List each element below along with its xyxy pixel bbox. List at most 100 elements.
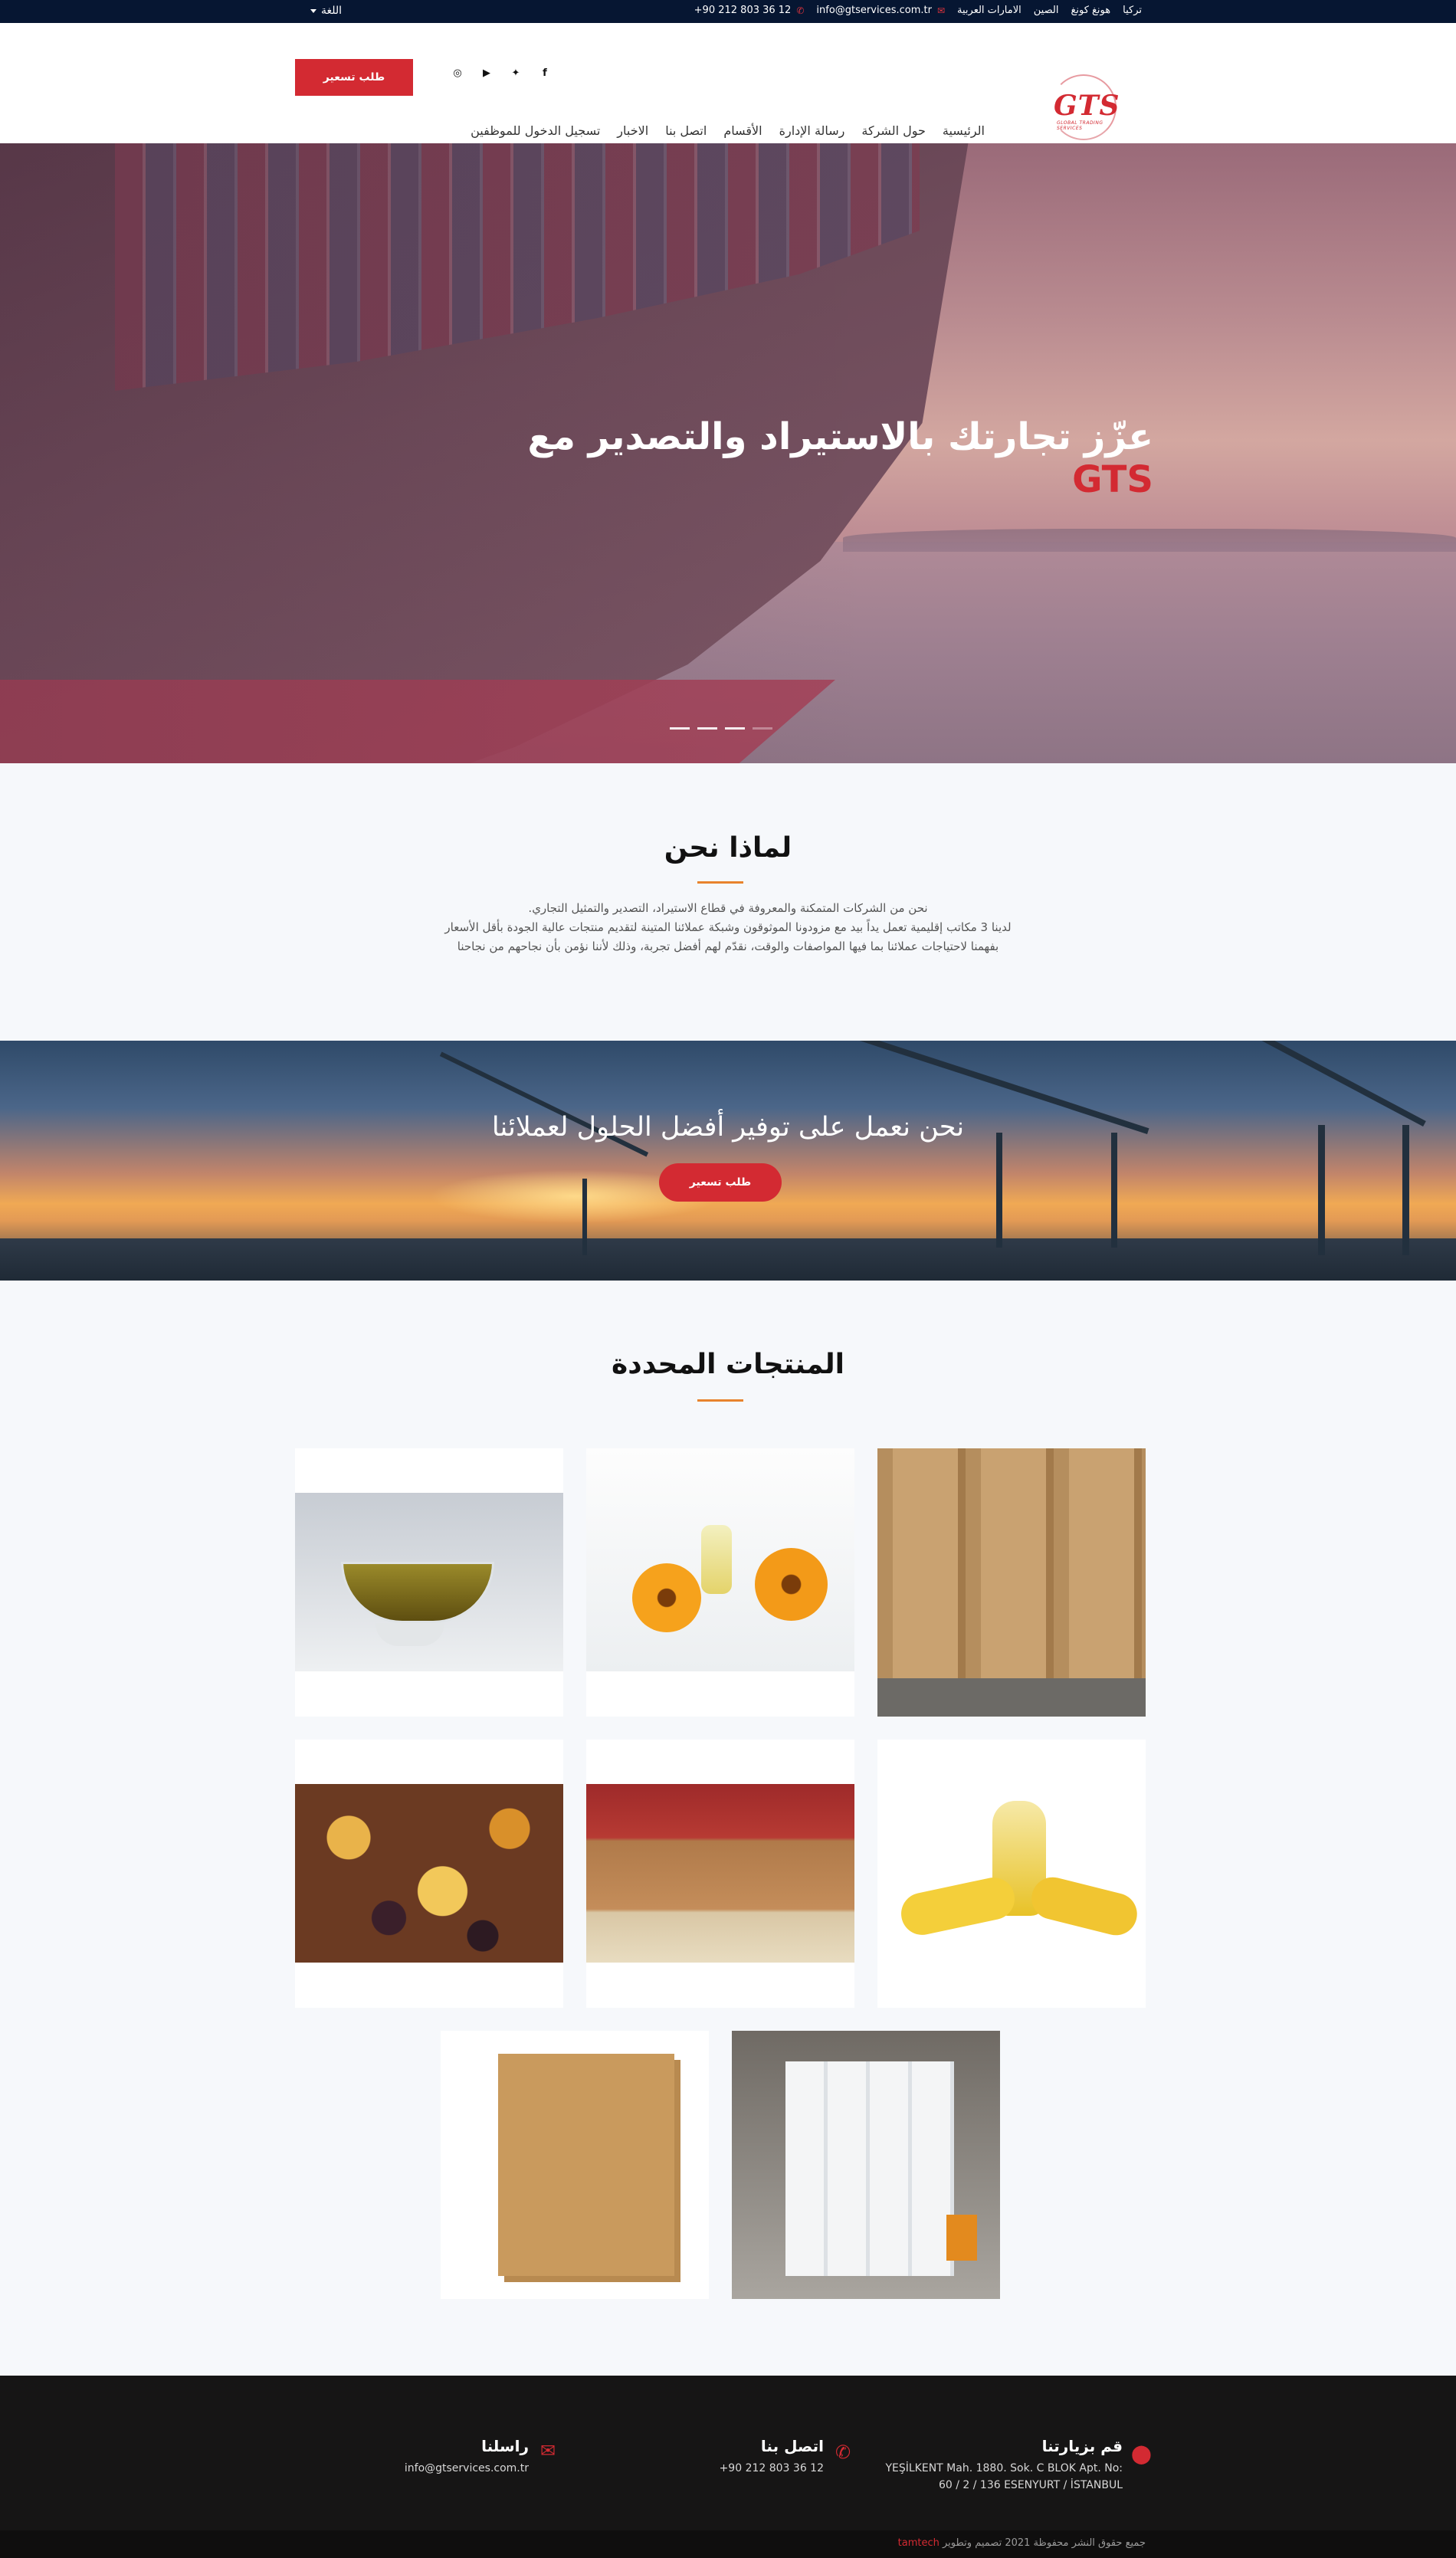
envelope-icon: ✉ bbox=[540, 2440, 556, 2461]
banner-title: نحن نعمل على توفير أفضل الحلول لعملائنا bbox=[491, 1112, 965, 1143]
solutions-banner: نحن نعمل على توفير أفضل الحلول لعملائنا … bbox=[0, 1041, 1456, 1281]
why-us-text: نحن من الشركات المتمكنة والمعروفة في قطا… bbox=[349, 899, 1107, 956]
main-nav: الرئيسية حول الشركة رسالة الإدارة الأقسا… bbox=[471, 123, 985, 138]
why-us-line: لدينا 3 مكاتب إقليمية تعمل يداً بيد مع م… bbox=[444, 920, 1012, 934]
gravy-boat bbox=[341, 1562, 494, 1623]
crane-leg bbox=[996, 1133, 1002, 1248]
footer-call-title: اتصل بنا bbox=[760, 2437, 824, 2455]
why-us-underline bbox=[697, 881, 743, 884]
site-footer: ⬤ قم بزيارتنا YEŞİLKENT Mah. 1880. Sok. … bbox=[0, 2376, 1456, 2530]
product-image bbox=[295, 1784, 563, 1963]
product-image bbox=[586, 1448, 854, 1671]
topbar-email[interactable]: info@gtservices.com.tr ✉ bbox=[816, 5, 945, 16]
footer-mail-title: راسلنا bbox=[481, 2437, 529, 2455]
top-bar: اللغة تركيا هونغ كونغ الصين الامارات الع… bbox=[0, 0, 1456, 23]
footer-mail: راسلنا info@gtservices.com.tr bbox=[337, 2437, 529, 2477]
banner-ground bbox=[0, 1238, 1456, 1281]
cardboard-sheet bbox=[498, 2054, 674, 2276]
hero-title-brand: GTS bbox=[1072, 458, 1153, 501]
hero-title-text: عزّز تجارتك بالاستيراد والتصدير مع bbox=[527, 415, 1153, 458]
product-image bbox=[877, 1770, 1146, 1977]
footer-phone[interactable]: +90 212 803 36 12 bbox=[632, 2460, 824, 2477]
nav-item-departments[interactable]: الأقسام bbox=[723, 123, 762, 138]
product-card-olive-oil[interactable] bbox=[295, 1448, 563, 1717]
tissue-stack bbox=[785, 2061, 954, 2276]
hero-slider: عزّز تجارتك بالاستيراد والتصدير مع GTS bbox=[0, 143, 1456, 763]
banner-quote-button[interactable]: طلب تسعير bbox=[659, 1163, 782, 1202]
copyright-bar: جميع حقوق النشر محفوظة 2021 تصميم وتطوير… bbox=[0, 2530, 1456, 2558]
topbar-contacts: تركيا هونغ كونغ الصين الامارات العربية i… bbox=[694, 5, 1142, 16]
product-card-sunflower-oil[interactable] bbox=[586, 1448, 854, 1717]
forklift bbox=[946, 2215, 977, 2261]
crane-leg bbox=[582, 1179, 587, 1255]
product-image bbox=[732, 2031, 1000, 2299]
products-underline bbox=[697, 1399, 743, 1402]
youtube-icon[interactable]: ▶ bbox=[480, 67, 494, 79]
phone-icon: ✆ bbox=[796, 5, 805, 16]
slider-dot[interactable] bbox=[725, 727, 745, 730]
hero-title: عزّز تجارتك بالاستيراد والتصدير مع GTS bbox=[471, 415, 1153, 501]
crane-leg bbox=[1318, 1125, 1325, 1255]
country-link-turkey[interactable]: تركيا bbox=[1123, 5, 1142, 16]
slider-dots bbox=[670, 727, 772, 730]
boat-base bbox=[375, 1623, 444, 1646]
language-dropdown[interactable]: اللغة bbox=[310, 5, 342, 17]
phone-text: +90 212 803 36 12 bbox=[694, 5, 792, 16]
footer-visit: قم بزيارتنا YEŞİLKENT Mah. 1880. Sok. C … bbox=[831, 2437, 1123, 2494]
topbar-phone[interactable]: +90 212 803 36 12 ✆ bbox=[694, 5, 805, 16]
why-us-line: بفهمنا لاحتياجات عملائنا بما فيها المواص… bbox=[457, 940, 999, 953]
twitter-icon[interactable]: ✦ bbox=[509, 67, 523, 79]
developer-link[interactable]: tamtech bbox=[898, 2537, 940, 2549]
slider-dot[interactable] bbox=[670, 727, 690, 730]
copyright-label: جميع حقوق النشر محفوظة 2021 تصميم وتطوير bbox=[943, 2537, 1146, 2549]
request-quote-button[interactable]: طلب تسعير bbox=[295, 59, 413, 96]
product-card-cardboard[interactable] bbox=[441, 2031, 709, 2299]
location-pin-icon: ⬤ bbox=[1131, 2443, 1152, 2465]
why-us-line: نحن من الشركات المتمكنة والمعروفة في قطا… bbox=[528, 901, 928, 915]
country-link-china[interactable]: الصين bbox=[1034, 5, 1059, 16]
product-card-corn-oil[interactable] bbox=[877, 1740, 1146, 2008]
footer-call: اتصل بنا +90 212 803 36 12 bbox=[632, 2437, 824, 2477]
slider-dot[interactable] bbox=[753, 727, 772, 730]
country-link-uae[interactable]: الامارات العربية bbox=[957, 5, 1021, 16]
nav-item-news[interactable]: الاخبار bbox=[617, 123, 648, 138]
language-label: اللغة bbox=[321, 5, 343, 17]
instagram-icon[interactable]: ◎ bbox=[451, 67, 464, 79]
caret-down-icon bbox=[310, 8, 316, 13]
product-card-tissue-rolls[interactable] bbox=[732, 2031, 1000, 2299]
why-us-title: لماذا نحن bbox=[664, 832, 792, 864]
footer-email[interactable]: info@gtservices.com.tr bbox=[337, 2460, 529, 2477]
envelope-icon: ✉ bbox=[936, 5, 946, 16]
nav-item-home[interactable]: الرئيسية bbox=[943, 123, 985, 138]
corn-cob bbox=[897, 1874, 1019, 1939]
oil-bottle bbox=[701, 1525, 732, 1594]
product-image bbox=[295, 1493, 563, 1671]
crane-leg bbox=[1111, 1133, 1117, 1248]
marigold-flower bbox=[755, 1548, 828, 1621]
products-title: المنتجات المحددة bbox=[611, 1349, 844, 1380]
slider-dot[interactable] bbox=[697, 727, 717, 730]
logo-subtext: GLOBAL TRADING SERVICES bbox=[1057, 120, 1103, 131]
nav-item-about[interactable]: حول الشركة bbox=[861, 123, 925, 138]
product-card-nuts[interactable] bbox=[586, 1740, 854, 2008]
copyright-text: جميع حقوق النشر محفوظة 2021 تصميم وتطوير… bbox=[898, 2537, 1146, 2549]
product-card-kraft-rolls[interactable] bbox=[877, 1448, 1146, 1717]
facebook-icon[interactable]: f bbox=[538, 67, 552, 79]
product-image bbox=[441, 2031, 709, 2299]
corn-cob bbox=[1027, 1872, 1142, 1940]
product-image bbox=[877, 1448, 1146, 1717]
email-text: info@gtservices.com.tr bbox=[816, 5, 932, 16]
nav-item-staff-login[interactable]: تسجيل الدخول للموظفين bbox=[471, 123, 600, 138]
nav-item-management-message[interactable]: رسالة الإدارة bbox=[779, 123, 845, 138]
site-logo[interactable]: GTS GLOBAL TRADING SERVICES bbox=[1044, 73, 1121, 142]
footer-visit-title: قم بزيارتنا bbox=[1041, 2437, 1123, 2455]
footer-address-line: 60 / 2 / 136 ESENYURT / İSTANBUL bbox=[938, 2479, 1123, 2491]
site-header: طلب تسعير ◎ ▶ ✦ f GTS GLOBAL TRADING SER… bbox=[0, 23, 1456, 143]
product-image bbox=[586, 1784, 854, 1963]
marigold-flower bbox=[632, 1563, 701, 1632]
nav-item-contact[interactable]: اتصل بنا bbox=[665, 123, 707, 138]
product-card-dried-fruits[interactable] bbox=[295, 1740, 563, 2008]
social-links: ◎ ▶ ✦ f bbox=[451, 67, 552, 79]
footer-address-line: YEŞİLKENT Mah. 1880. Sok. C BLOK Apt. No… bbox=[885, 2462, 1123, 2474]
country-link-hongkong[interactable]: هونغ كونغ bbox=[1071, 5, 1110, 16]
